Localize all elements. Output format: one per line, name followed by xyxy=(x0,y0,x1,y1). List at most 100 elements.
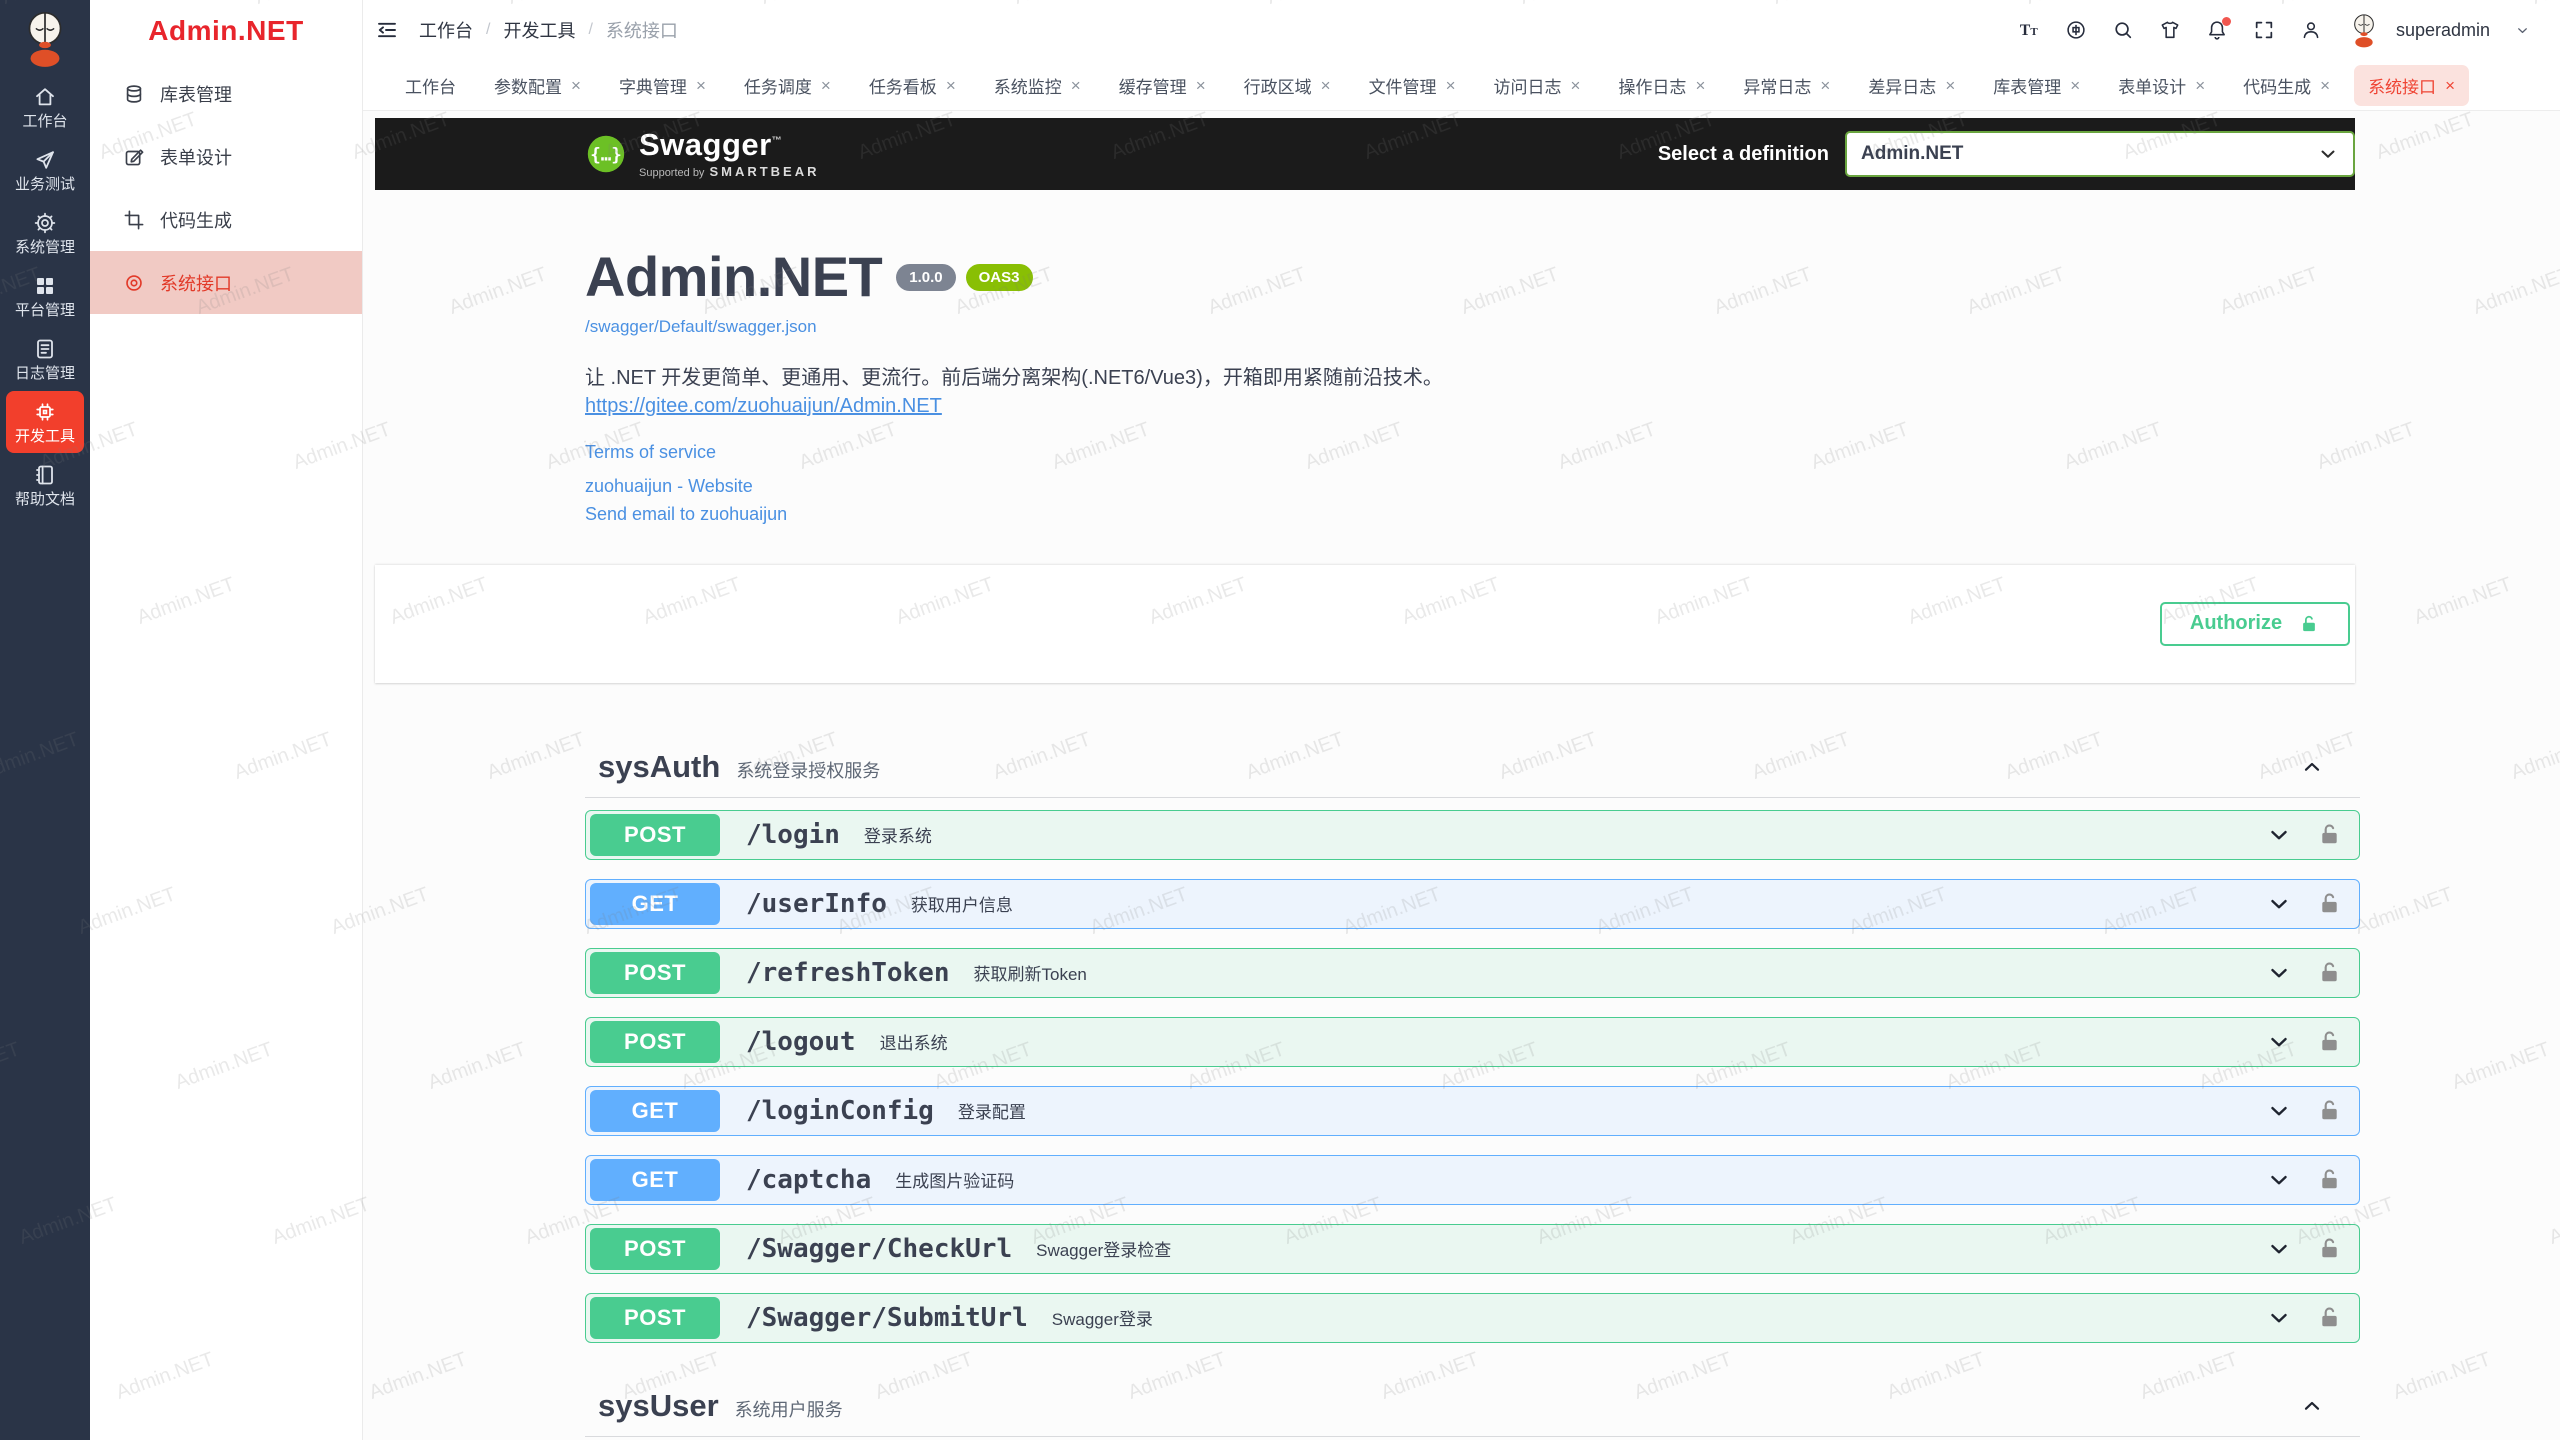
username[interactable]: superadmin xyxy=(2396,20,2490,41)
lock-icon[interactable] xyxy=(2316,1097,2343,1124)
expand-operation-icon[interactable] xyxy=(2266,1029,2292,1055)
sidebar-item-sys-api[interactable]: 系统接口 xyxy=(90,251,362,314)
tab-label: 系统接口 xyxy=(2368,73,2436,98)
api-target-icon xyxy=(123,272,145,294)
user-menu-chevron-icon[interactable] xyxy=(2515,23,2530,38)
expand-operation-icon[interactable] xyxy=(2266,822,2292,848)
spec-json-link[interactable]: /swagger/Default/swagger.json xyxy=(585,317,817,337)
tab-系统监控[interactable]: 系统监控 × xyxy=(980,65,1095,106)
expand-operation-icon[interactable] xyxy=(2266,1167,2292,1193)
language-icon[interactable] xyxy=(2065,19,2087,41)
person-icon[interactable] xyxy=(2300,19,2322,41)
tab-异常日志[interactable]: 异常日志 × xyxy=(1729,65,1844,106)
api-section-header-sysUser[interactable]: sysUser 系统用户服务 xyxy=(585,1377,2360,1437)
tab-close-icon[interactable]: × xyxy=(1196,77,1206,94)
lock-icon[interactable] xyxy=(2316,959,2343,986)
theme-icon[interactable] xyxy=(2159,19,2181,41)
tab-close-icon[interactable]: × xyxy=(821,77,831,94)
tab-close-icon[interactable]: × xyxy=(1695,77,1705,94)
contact-website-link[interactable]: zuohuaijun - Website xyxy=(585,476,753,497)
api-section-header-sysAuth[interactable]: sysAuth 系统登录授权服务 xyxy=(585,738,2360,798)
tab-缓存管理[interactable]: 缓存管理 × xyxy=(1105,65,1220,106)
lock-icon[interactable] xyxy=(2316,1166,2343,1193)
authorize-lock-icon xyxy=(2298,613,2320,635)
tab-close-icon[interactable]: × xyxy=(696,77,706,94)
tab-任务调度[interactable]: 任务调度 × xyxy=(730,65,845,106)
api-operation-row[interactable]: POST /refreshToken 获取刷新Token xyxy=(585,948,2360,998)
tab-操作日志[interactable]: 操作日志 × xyxy=(1604,65,1719,106)
rail-item-biz-test[interactable]: 业务测试 xyxy=(6,139,84,201)
api-operation-row[interactable]: GET /loginConfig 登录配置 xyxy=(585,1086,2360,1136)
api-operation-row[interactable]: POST /logout 退出系统 xyxy=(585,1017,2360,1067)
tab-访问日志[interactable]: 访问日志 × xyxy=(1480,65,1595,106)
expand-operation-icon[interactable] xyxy=(2266,960,2292,986)
tab-close-icon[interactable]: × xyxy=(2070,77,2080,94)
tab-任务看板[interactable]: 任务看板 × xyxy=(855,65,970,106)
http-method-badge: POST xyxy=(590,814,720,856)
tab-代码生成[interactable]: 代码生成 × xyxy=(2229,65,2344,106)
fullscreen-icon[interactable] xyxy=(2253,19,2275,41)
tab-close-icon[interactable]: × xyxy=(1446,77,1456,94)
api-operation-row[interactable]: GET /userInfo 获取用户信息 xyxy=(585,879,2360,929)
api-operation-row[interactable]: POST /login 登录系统 xyxy=(585,810,2360,860)
api-operation-row[interactable]: GET /captcha 生成图片验证码 xyxy=(585,1155,2360,1205)
expand-operation-icon[interactable] xyxy=(2266,1305,2292,1331)
sidebar-item-form-design[interactable]: 表单设计 xyxy=(90,125,362,188)
lock-icon[interactable] xyxy=(2316,890,2343,917)
contact-email-link[interactable]: Send email to zuohuaijun xyxy=(585,504,787,525)
tab-close-icon[interactable]: × xyxy=(2195,77,2205,94)
rail-item-help-docs[interactable]: 帮助文档 xyxy=(6,454,84,516)
expand-operation-icon[interactable] xyxy=(2266,1236,2292,1262)
api-operation-row[interactable]: POST /Swagger/SubmitUrl Swagger登录 xyxy=(585,1293,2360,1343)
tab-close-icon[interactable]: × xyxy=(2445,77,2455,94)
tab-文件管理[interactable]: 文件管理 × xyxy=(1355,65,1470,106)
expand-operation-icon[interactable] xyxy=(2266,1098,2292,1124)
search-icon[interactable] xyxy=(2112,19,2134,41)
tab-表单设计[interactable]: 表单设计 × xyxy=(2104,65,2219,106)
api-operation-row[interactable]: POST /Swagger/CheckUrl Swagger登录检查 xyxy=(585,1224,2360,1274)
tab-字典管理[interactable]: 字典管理 × xyxy=(605,65,720,106)
tab-close-icon[interactable]: × xyxy=(1321,77,1331,94)
user-avatar[interactable] xyxy=(2347,12,2381,48)
tab-close-icon[interactable]: × xyxy=(2320,77,2330,94)
tab-参数配置[interactable]: 参数配置 × xyxy=(480,65,595,106)
rail-item-dev-tools[interactable]: 开发工具 xyxy=(6,391,84,453)
terms-link[interactable]: Terms of service xyxy=(585,442,716,463)
http-method-badge: GET xyxy=(590,1090,720,1132)
breadcrumb-item[interactable]: 开发工具 xyxy=(503,17,575,43)
tab-工作台[interactable]: 工作台 × xyxy=(391,65,470,106)
authorize-button[interactable]: Authorize xyxy=(2160,602,2350,646)
lock-icon[interactable] xyxy=(2316,1304,2343,1331)
collapse-section-icon[interactable] xyxy=(2300,755,2324,779)
tab-close-icon[interactable]: × xyxy=(1820,77,1830,94)
rail-item-sys-manage[interactable]: 系统管理 xyxy=(6,202,84,264)
tab-close-icon[interactable]: × xyxy=(1071,77,1081,94)
tab-库表管理[interactable]: 库表管理 × xyxy=(1979,65,2094,106)
tab-close-icon[interactable]: × xyxy=(946,77,956,94)
definition-select[interactable]: Admin.NET xyxy=(1845,131,2355,177)
http-method-badge: POST xyxy=(590,1228,720,1270)
tab-系统接口[interactable]: 系统接口 × xyxy=(2354,65,2469,106)
tab-close-icon[interactable]: × xyxy=(571,77,581,94)
tab-close-icon[interactable]: × xyxy=(1945,77,1955,94)
sidebar-item-table-manage[interactable]: 库表管理 xyxy=(90,62,362,125)
tab-close-icon[interactable]: × xyxy=(1571,77,1581,94)
font-size-icon[interactable]: TT xyxy=(2018,19,2040,41)
collapse-section-icon[interactable] xyxy=(2300,1394,2324,1418)
lock-icon[interactable] xyxy=(2316,1235,2343,1262)
lock-icon[interactable] xyxy=(2316,821,2343,848)
rail-item-log-manage[interactable]: 日志管理 xyxy=(6,328,84,390)
api-path: /login xyxy=(746,820,840,850)
rail-item-workbench[interactable]: 工作台 xyxy=(6,76,84,138)
app-logo-avatar[interactable] xyxy=(18,8,72,68)
breadcrumb-item[interactable]: 工作台 xyxy=(419,17,473,43)
tab-行政区域[interactable]: 行政区域 × xyxy=(1230,65,1345,106)
sidebar-item-code-gen[interactable]: 代码生成 xyxy=(90,188,362,251)
repo-link[interactable]: https://gitee.com/zuohuaijun/Admin.NET xyxy=(585,395,942,418)
collapse-menu-icon[interactable] xyxy=(375,18,399,42)
rail-item-platform[interactable]: 平台管理 xyxy=(6,265,84,327)
lock-icon[interactable] xyxy=(2316,1028,2343,1055)
expand-operation-icon[interactable] xyxy=(2266,891,2292,917)
bell-icon[interactable] xyxy=(2206,19,2228,41)
tab-差异日志[interactable]: 差异日志 × xyxy=(1854,65,1969,106)
